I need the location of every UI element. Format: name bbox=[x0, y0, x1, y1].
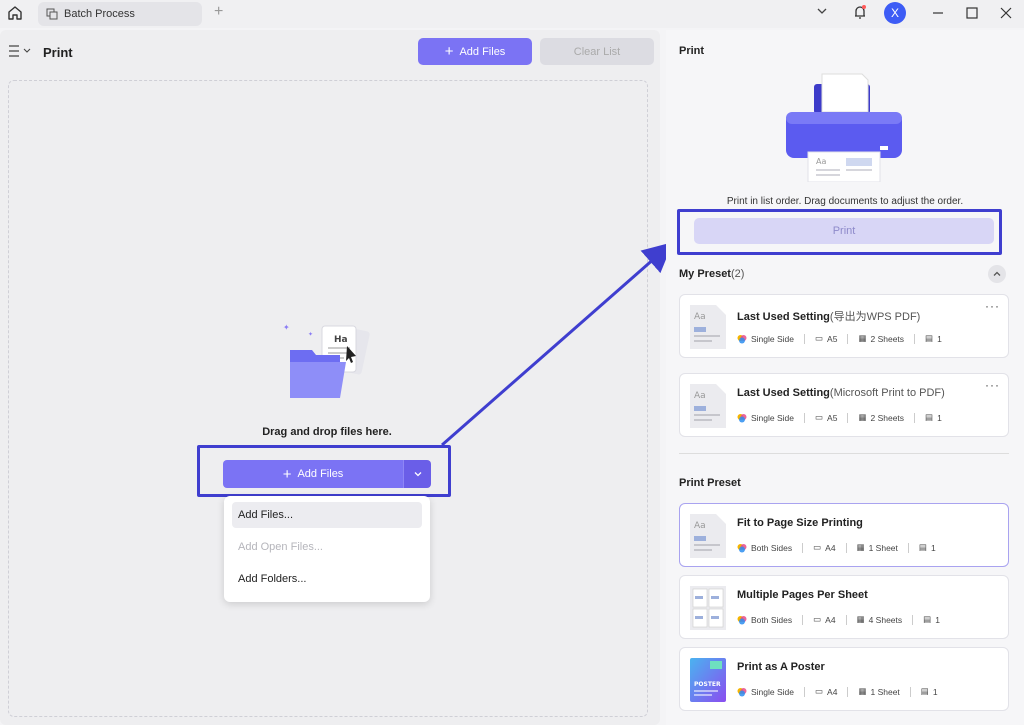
menu-item-add-folders[interactable]: Add Folders... bbox=[232, 566, 422, 592]
preset-card-poster[interactable]: POSTER Print as A Poster Single Side ▭A4… bbox=[679, 647, 1009, 711]
document-thumbnail-icon: Aa bbox=[690, 384, 726, 428]
menu-item-add-open-files[interactable]: Add Open Files... bbox=[232, 534, 422, 560]
copies-icon: ▤ bbox=[925, 333, 933, 344]
collapse-icon[interactable] bbox=[988, 265, 1006, 283]
color-icon bbox=[737, 413, 747, 423]
print-order-hint: Print in list order. Drag documents to a… bbox=[700, 196, 990, 207]
drop-hint: Drag and drop files here. bbox=[240, 426, 414, 438]
multi-page-thumbnail-icon bbox=[690, 586, 726, 630]
preset-title: Fit to Page Size Printing bbox=[737, 517, 863, 529]
preset-title: Last Used Setting(Microsoft Print to PDF… bbox=[737, 387, 945, 399]
preset-title: Print as A Poster bbox=[737, 661, 825, 673]
bell-icon[interactable] bbox=[851, 3, 869, 21]
sheets-icon: ▦ bbox=[857, 542, 865, 553]
add-files-dropdown-toggle[interactable] bbox=[403, 460, 431, 488]
menu-item-add-files[interactable]: Add Files... bbox=[232, 502, 422, 528]
svg-text:✦: ✦ bbox=[283, 323, 290, 332]
svg-text:POSTER: POSTER bbox=[694, 681, 721, 688]
copies-icon: ▤ bbox=[923, 614, 931, 625]
copies-icon: ▤ bbox=[919, 542, 927, 553]
add-files-label: Add Files bbox=[459, 46, 505, 58]
batch-icon bbox=[46, 8, 58, 20]
copies-icon: ▤ bbox=[925, 412, 933, 423]
svg-text:Ha: Ha bbox=[334, 335, 348, 345]
document-thumbnail-icon: Aa bbox=[690, 514, 726, 558]
divider bbox=[679, 453, 1009, 454]
preset-meta: Both Sides ▭A4 ▦1 Sheet ▤1 bbox=[737, 542, 936, 553]
folder-files-illustration: ✦ ✦ Ha bbox=[280, 320, 380, 400]
color-icon bbox=[737, 687, 747, 697]
tab-label: Batch Process bbox=[64, 8, 135, 20]
my-preset-label: My Preset bbox=[679, 268, 731, 280]
avatar[interactable]: X bbox=[884, 2, 906, 24]
page-size-icon: ▭ bbox=[815, 412, 823, 423]
print-button[interactable]: Print bbox=[694, 218, 994, 244]
preset-meta: Single Side ▭A5 ▦2 Sheets ▤1 bbox=[737, 412, 942, 423]
preset-meta: Single Side ▭A5 ▦2 Sheets ▤1 bbox=[737, 333, 942, 344]
home-icon[interactable] bbox=[6, 4, 24, 22]
svg-text:Aa: Aa bbox=[694, 521, 706, 531]
svg-text:Aa: Aa bbox=[816, 157, 826, 166]
close-icon[interactable] bbox=[996, 3, 1016, 23]
preset-meta: Single Side ▭A4 ▦1 Sheet ▤1 bbox=[737, 686, 938, 697]
printer-illustration: Aa bbox=[784, 72, 904, 182]
plus-icon: + bbox=[283, 467, 292, 482]
page-title: Print bbox=[43, 45, 73, 60]
more-options-icon[interactable]: ··· bbox=[985, 299, 1000, 313]
menu-icon[interactable] bbox=[8, 44, 34, 58]
maximize-icon[interactable] bbox=[962, 3, 982, 23]
minimize-icon[interactable] bbox=[928, 3, 948, 23]
preset-title: Multiple Pages Per Sheet bbox=[737, 589, 868, 601]
my-preset-heading: My Preset(2) bbox=[679, 268, 744, 280]
sheets-icon: ▦ bbox=[858, 686, 866, 697]
page-size-icon: ▭ bbox=[815, 333, 823, 344]
preset-card-multiple-pages[interactable]: Multiple Pages Per Sheet Both Sides ▭A4 … bbox=[679, 575, 1009, 639]
add-files-button[interactable]: + Add Files bbox=[418, 38, 532, 65]
color-icon bbox=[737, 543, 747, 553]
print-panel-title: Print bbox=[679, 45, 704, 57]
preset-meta: Both Sides ▭A4 ▦4 Sheets ▤1 bbox=[737, 614, 940, 625]
page-size-icon: ▭ bbox=[813, 614, 821, 625]
svg-text:✦: ✦ bbox=[308, 331, 313, 338]
new-tab-icon[interactable]: + bbox=[214, 3, 223, 21]
add-files-menu: Add Files... Add Open Files... Add Folde… bbox=[224, 496, 430, 602]
page-size-icon: ▭ bbox=[813, 542, 821, 553]
preset-card-last-used-microsoft[interactable]: Aa Last Used Setting(Microsoft Print to … bbox=[679, 373, 1009, 437]
color-icon bbox=[737, 615, 747, 625]
sheets-icon: ▦ bbox=[857, 614, 865, 625]
add-files-main-label: Add Files bbox=[297, 468, 343, 480]
svg-text:Aa: Aa bbox=[694, 391, 706, 401]
document-thumbnail-icon: Aa bbox=[690, 305, 726, 349]
plus-icon: + bbox=[445, 44, 454, 59]
sheets-icon: ▦ bbox=[858, 333, 866, 344]
page-size-icon: ▭ bbox=[815, 686, 823, 697]
my-preset-count: (2) bbox=[731, 268, 744, 280]
tab-batch-process[interactable]: Batch Process bbox=[38, 2, 202, 26]
clear-list-button[interactable]: Clear List bbox=[540, 38, 654, 65]
svg-text:Aa: Aa bbox=[694, 312, 706, 322]
more-options-icon[interactable]: ··· bbox=[985, 378, 1000, 392]
sheets-icon: ▦ bbox=[858, 412, 866, 423]
poster-thumbnail-icon: POSTER bbox=[690, 658, 726, 702]
color-icon bbox=[737, 334, 747, 344]
copies-icon: ▤ bbox=[921, 686, 929, 697]
chevron-down-icon[interactable] bbox=[816, 5, 828, 17]
add-files-main-button[interactable]: + Add Files bbox=[223, 460, 403, 488]
print-preset-heading: Print Preset bbox=[679, 477, 741, 489]
chevron-down-icon bbox=[413, 469, 423, 479]
preset-title: Last Used Setting(导出为WPS PDF) bbox=[737, 308, 920, 324]
preset-card-fit-to-page[interactable]: Aa Fit to Page Size Printing Both Sides … bbox=[679, 503, 1009, 567]
preset-card-last-used-wps[interactable]: Aa Last Used Setting(导出为WPS PDF) Single … bbox=[679, 294, 1009, 358]
